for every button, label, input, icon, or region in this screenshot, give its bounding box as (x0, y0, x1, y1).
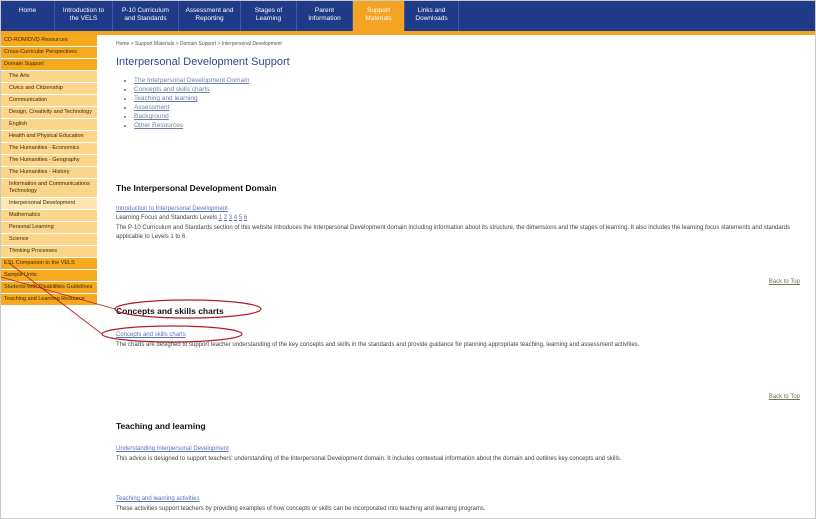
concepts-link[interactable]: Concepts and skills charts (116, 332, 186, 338)
nav-tab-parent-info[interactable]: Parent Information (297, 1, 353, 31)
toc-item[interactable]: The Interpersonal Development Domain (134, 76, 806, 85)
sidebar-item[interactable]: Science (1, 234, 97, 246)
back-to-top-link[interactable]: Back to Top (769, 279, 800, 285)
toc-item[interactable]: Teaching and learning (134, 94, 806, 103)
sidebar-item[interactable]: The Humanities - Geography (1, 155, 97, 167)
page-title: Interpersonal Development Support (116, 56, 290, 68)
sidebar-item[interactable]: Design, Creativity and Technology (1, 107, 97, 119)
sidebar-item[interactable]: Cross-Curricular Perspectives (1, 47, 97, 59)
table-of-contents: The Interpersonal Development Domain Con… (134, 76, 806, 130)
section-heading-concepts: Concepts and skills charts (116, 306, 224, 316)
sidebar-item[interactable]: The Arts (1, 71, 97, 83)
section-heading-teaching: Teaching and learning (116, 421, 206, 431)
sidebar-item[interactable]: The Humanities - History (1, 167, 97, 179)
sidebar-item[interactable]: The Humanities - Economics (1, 143, 97, 155)
sidebar-item[interactable]: Thinking Processes (1, 246, 97, 258)
nav-tab-introduction[interactable]: Introduction to the VELS (55, 1, 113, 31)
sidebar-item[interactable]: Communication (1, 95, 97, 107)
main-content: Home > Support Materials > Domain Suppor… (116, 41, 806, 518)
sidebar-item[interactable]: Domain Support (1, 59, 97, 71)
nav-tab-links[interactable]: Links and Downloads (405, 1, 459, 31)
sidebar-item[interactable]: Civics and Citizenship (1, 83, 97, 95)
intro-link[interactable]: Introduction to Interpersonal Developmen… (116, 206, 228, 212)
nav-tab-curriculum[interactable]: P-10 Curriculum and Standards (113, 1, 179, 31)
sidebar-item[interactable]: Teaching and Learning Resource (1, 294, 97, 306)
level-link[interactable]: 1 (219, 215, 222, 221)
back-to-top-link[interactable]: Back to Top (769, 394, 800, 400)
section-heading-domain: The Interpersonal Development Domain (116, 183, 277, 193)
sidebar: CD-ROM/DVD Resources Cross-Curricular Per… (1, 35, 97, 518)
levels-line: Learning Focus and Standards Levels 1 2 … (116, 215, 248, 221)
toc-item[interactable]: Other Resources (134, 121, 806, 130)
nav-tab-support-materials[interactable]: Support Materials (353, 1, 405, 31)
sidebar-item[interactable]: Mathematics (1, 210, 97, 222)
domain-description: The P-10 Curriculum and Standards sectio… (116, 225, 791, 240)
level-link[interactable]: 6 (244, 215, 247, 221)
level-link[interactable]: 4 (234, 215, 237, 221)
sidebar-item[interactable]: Personal Learning (1, 222, 97, 234)
toc-item[interactable]: Assessment (134, 103, 806, 112)
sidebar-item[interactable]: Students with Disabilities Guidelines (1, 282, 97, 294)
browser-frame: Home Introduction to the VELS P-10 Curri… (0, 0, 816, 519)
level-link[interactable]: 5 (239, 215, 242, 221)
understanding-link[interactable]: Understanding Interpersonal Development (116, 446, 229, 452)
concepts-description: The charts are designed to support teach… (116, 342, 640, 348)
activities-link[interactable]: Teaching and learning activities (116, 496, 199, 502)
sidebar-item[interactable]: English (1, 119, 97, 131)
breadcrumb[interactable]: Home > Support Materials > Domain Suppor… (116, 41, 806, 47)
sidebar-item[interactable]: Information and Communications Technolog… (1, 179, 97, 198)
sidebar-item[interactable]: CD-ROM/DVD Resources (1, 35, 97, 47)
nav-tab-home[interactable]: Home (1, 1, 55, 31)
nav-tab-stages[interactable]: Stages of Learning (241, 1, 297, 31)
understanding-description: This advice is designed to support teach… (116, 456, 622, 462)
sidebar-item[interactable]: Health and Physical Education (1, 131, 97, 143)
nav-tab-assessment[interactable]: Assessment and Reporting (179, 1, 241, 31)
level-link[interactable]: 3 (229, 215, 232, 221)
level-link[interactable]: 2 (224, 215, 227, 221)
sidebar-item[interactable]: Sample Units (1, 270, 97, 282)
sidebar-item[interactable]: Interpersonal Development (1, 198, 97, 210)
toc-item[interactable]: Concepts and skills charts (134, 85, 806, 94)
top-navigation: Home Introduction to the VELS P-10 Curri… (1, 1, 815, 35)
toc-item[interactable]: Background (134, 112, 806, 121)
sidebar-item[interactable]: ESL Companion to the VELS (1, 258, 97, 270)
activities-description: These activities support teachers by pro… (116, 506, 486, 512)
